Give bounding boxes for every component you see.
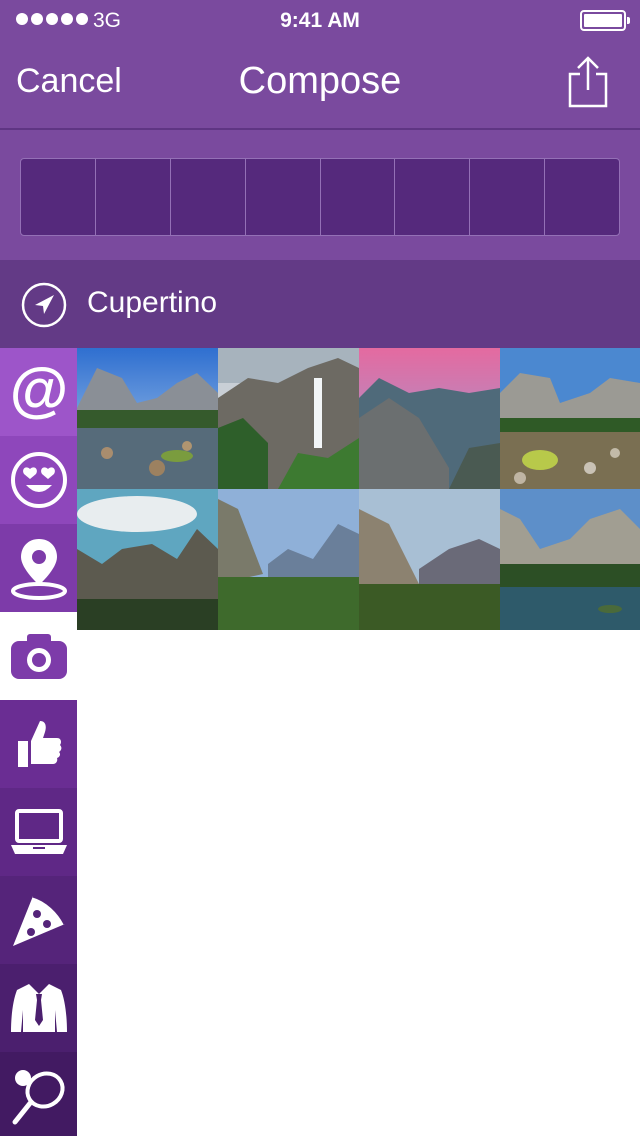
laptop-icon xyxy=(10,809,67,854)
emoji-slot[interactable] xyxy=(321,159,396,235)
emoji-slot[interactable] xyxy=(545,159,619,235)
category-mention[interactable]: @ xyxy=(0,348,77,436)
emoji-slot[interactable] xyxy=(470,159,546,235)
photo-thumbnail[interactable] xyxy=(218,489,359,630)
photo-thumbnail[interactable] xyxy=(500,489,640,630)
emoji-slot[interactable] xyxy=(246,159,321,235)
svg-text:@: @ xyxy=(9,362,68,422)
battery-icon xyxy=(580,10,630,31)
clock: 9:41 AM xyxy=(280,9,360,32)
nav-bar: 3G 9:41 AM Cancel Compose xyxy=(0,0,640,128)
photo-thumbnail[interactable] xyxy=(218,348,359,489)
category-photos[interactable] xyxy=(0,612,77,700)
category-emoji[interactable] xyxy=(0,436,77,524)
map-pin-icon xyxy=(10,539,67,600)
category-places[interactable] xyxy=(0,524,77,612)
category-sports[interactable] xyxy=(0,1052,77,1136)
location-label: Cupertino xyxy=(87,286,218,319)
pizza-icon xyxy=(12,894,66,946)
photo-thumbnail[interactable] xyxy=(500,348,640,489)
category-fashion[interactable] xyxy=(0,964,77,1052)
photo-thumbnail[interactable] xyxy=(77,489,218,630)
emoji-slot[interactable] xyxy=(21,159,96,235)
photo-thumbnail[interactable] xyxy=(359,348,500,489)
category-food[interactable] xyxy=(0,876,77,964)
category-sidebar: @ xyxy=(0,348,77,1136)
cancel-button[interactable]: Cancel xyxy=(16,62,122,101)
emoji-slot[interactable] xyxy=(96,159,171,235)
category-tech[interactable] xyxy=(0,788,77,876)
location-bar[interactable]: Cupertino xyxy=(0,260,640,348)
racket-icon xyxy=(12,1070,65,1125)
photo-grid xyxy=(77,348,640,630)
status-bar: 3G 9:41 AM xyxy=(0,0,640,40)
share-icon[interactable] xyxy=(566,54,610,110)
category-likes[interactable] xyxy=(0,700,77,788)
emoji-slots[interactable] xyxy=(20,158,620,236)
camera-icon xyxy=(10,634,67,679)
compose-area xyxy=(0,130,640,260)
emoji-slot[interactable] xyxy=(395,159,471,235)
emoji-slot[interactable] xyxy=(171,159,246,235)
thumbs-up-icon xyxy=(17,721,61,767)
suit-icon xyxy=(10,984,67,1032)
at-icon: @ xyxy=(9,362,68,422)
photo-thumbnail[interactable] xyxy=(77,348,218,489)
photo-thumbnail[interactable] xyxy=(359,489,500,630)
location-arrow-icon xyxy=(21,282,67,328)
heart-eyes-icon xyxy=(10,452,67,508)
